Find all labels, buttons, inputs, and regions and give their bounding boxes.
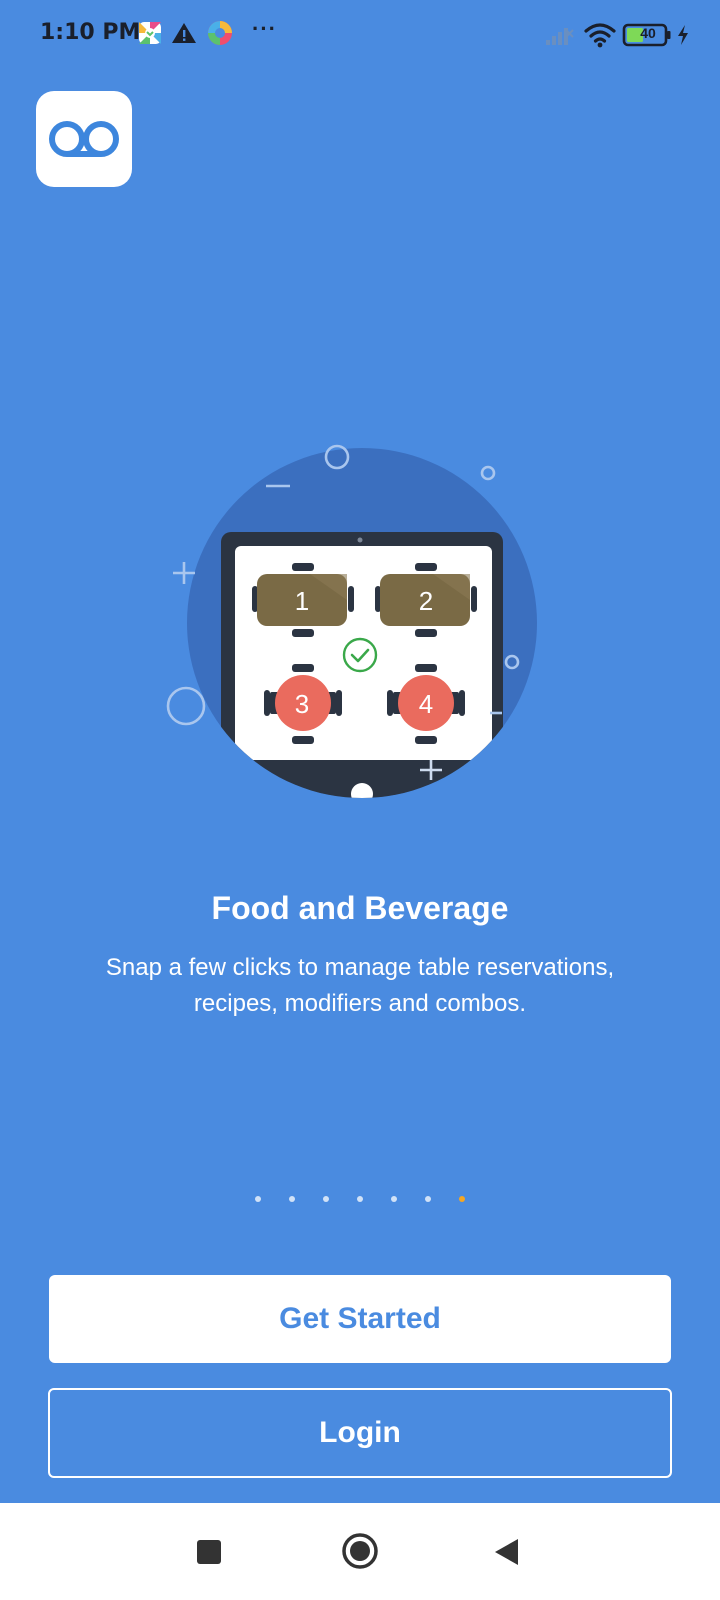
triangle-back-icon[interactable] xyxy=(492,1537,520,1567)
page-indicator xyxy=(0,1190,720,1202)
more-notifications-indicator: ··· xyxy=(252,16,277,41)
status-bar: 1:10 PM ··· 40 xyxy=(0,0,720,70)
app-logo xyxy=(36,91,132,187)
pager-dot xyxy=(289,1195,295,1202)
pager-dot xyxy=(323,1195,329,1202)
get-started-button[interactable]: Get Started xyxy=(49,1275,671,1363)
onboarding-description-line-2: recipes, modifiers and combos. xyxy=(193,990,527,1017)
table-2-label: 2 xyxy=(419,586,433,616)
onboarding-description: Snap a few clicks to manage table reserv… xyxy=(40,950,680,1022)
warning-icon xyxy=(172,23,196,43)
pager-dot xyxy=(425,1195,431,1202)
table-4-label: 4 xyxy=(419,689,433,719)
pager-dot-active xyxy=(459,1195,465,1202)
pinwheel-app-icon xyxy=(139,22,161,44)
system-navigation-bar xyxy=(0,1503,720,1600)
charging-icon xyxy=(678,25,688,45)
qb-logo-icon xyxy=(49,121,119,157)
check-circle-icon xyxy=(342,637,378,673)
colorful-app-icon xyxy=(208,21,232,45)
pager-dot xyxy=(357,1195,363,1202)
table-3-label: 3 xyxy=(295,689,309,719)
square-icon[interactable] xyxy=(196,1539,222,1565)
wifi-icon xyxy=(584,23,616,48)
circle-home-icon[interactable] xyxy=(340,1531,380,1571)
onboarding-description-line-1: Snap a few clicks to manage table reserv… xyxy=(105,954,615,981)
battery-level: 40 xyxy=(640,25,656,41)
pager-dot xyxy=(255,1195,261,1202)
table-1-label: 1 xyxy=(295,586,309,616)
onboarding-title: Food and Beverage xyxy=(211,890,509,926)
tablet-table-layout-illustration: 1 2 3 4 xyxy=(166,444,537,798)
pager-dot xyxy=(391,1195,397,1202)
login-button[interactable]: Login xyxy=(48,1388,672,1478)
status-time: 1:10 PM xyxy=(40,20,141,45)
signal-icon xyxy=(546,28,574,45)
